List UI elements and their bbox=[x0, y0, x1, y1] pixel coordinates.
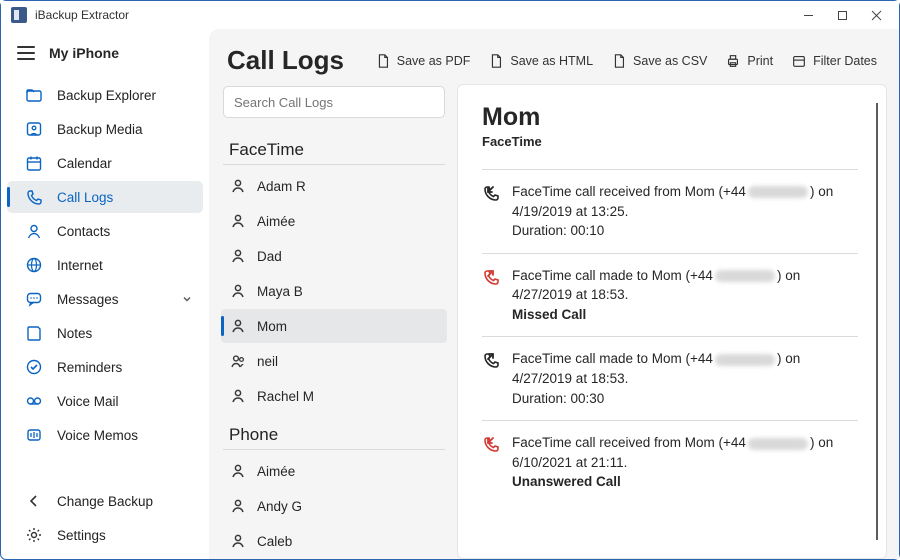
sidebar-item-messages[interactable]: Messages bbox=[7, 283, 203, 315]
person-icon bbox=[229, 317, 247, 335]
contact-item[interactable]: Aimée bbox=[221, 204, 447, 238]
minimize-button[interactable] bbox=[791, 3, 825, 27]
phone-icon bbox=[25, 188, 43, 206]
sidebar-item-settings[interactable]: Settings bbox=[7, 519, 203, 551]
person-icon bbox=[229, 247, 247, 265]
csv-icon bbox=[611, 53, 627, 69]
menu-icon[interactable] bbox=[17, 46, 35, 60]
sidebar-item-voice-mail[interactable]: Voice Mail bbox=[7, 385, 203, 417]
globe-icon bbox=[25, 256, 43, 274]
voicemail-icon bbox=[25, 392, 43, 410]
person-icon bbox=[229, 282, 247, 300]
folder-icon bbox=[25, 86, 43, 104]
person-icon bbox=[229, 352, 247, 370]
sidebar-item-call-logs[interactable]: Call Logs bbox=[7, 181, 203, 213]
contact-item[interactable]: Andy G bbox=[221, 489, 447, 523]
print-icon bbox=[725, 53, 741, 69]
detail-contact-name: Mom bbox=[482, 103, 858, 132]
sidebar-item-backup-media[interactable]: Backup Media bbox=[7, 113, 203, 145]
person-icon bbox=[229, 387, 247, 405]
html-icon bbox=[488, 53, 504, 69]
main-panel: Call Logs Save as PDFSave as HTMLSave as… bbox=[209, 29, 899, 559]
sidebar: My iPhone Backup ExplorerBackup MediaCal… bbox=[1, 29, 209, 559]
check-icon bbox=[25, 358, 43, 376]
contact-item[interactable]: Caleb bbox=[221, 524, 447, 558]
sidebar-item-notes[interactable]: Notes bbox=[7, 317, 203, 349]
person-icon bbox=[229, 462, 247, 480]
person-icon bbox=[229, 532, 247, 550]
person-icon bbox=[229, 177, 247, 195]
call-direction-icon bbox=[482, 434, 502, 454]
group-header: FaceTime bbox=[223, 134, 445, 165]
person-icon bbox=[229, 212, 247, 230]
call-entry: FaceTime call made to Mom (+44) on 4/27/… bbox=[482, 253, 858, 337]
sidebar-item-backup-explorer[interactable]: Backup Explorer bbox=[7, 79, 203, 111]
sidebar-item-reminders[interactable]: Reminders bbox=[7, 351, 203, 383]
contact-item[interactable]: Aimée bbox=[221, 454, 447, 488]
close-button[interactable] bbox=[859, 3, 893, 27]
contact-item[interactable]: Dad bbox=[221, 239, 447, 273]
call-entry: FaceTime call made to Mom (+44) on 4/27/… bbox=[482, 336, 858, 420]
person-icon bbox=[229, 497, 247, 515]
pdf-icon bbox=[375, 53, 391, 69]
memo-icon bbox=[25, 426, 43, 444]
contact-item[interactable]: neil bbox=[221, 344, 447, 378]
app-icon bbox=[11, 7, 27, 23]
filter-icon bbox=[791, 53, 807, 69]
group-header: Phone bbox=[223, 419, 445, 450]
detail-call-via: FaceTime bbox=[482, 134, 858, 149]
page-title: Call Logs bbox=[227, 45, 344, 76]
filter-dates-button[interactable]: Filter Dates bbox=[791, 53, 877, 69]
save-as-html-button[interactable]: Save as HTML bbox=[488, 53, 593, 69]
contact-item[interactable]: Maya B bbox=[221, 274, 447, 308]
note-icon bbox=[25, 324, 43, 342]
sidebar-item-calendar[interactable]: Calendar bbox=[7, 147, 203, 179]
contact-list-panel: Search Call Logs FaceTimeAdam RAiméeDadM… bbox=[221, 84, 447, 559]
back-icon bbox=[25, 492, 43, 510]
call-entry: FaceTime call received from Mom (+44) on… bbox=[482, 169, 858, 253]
sidebar-item-contacts[interactable]: Contacts bbox=[7, 215, 203, 247]
call-detail-panel: Mom FaceTime FaceTime call received from… bbox=[457, 84, 887, 559]
sidebar-item-internet[interactable]: Internet bbox=[7, 249, 203, 281]
image-icon bbox=[25, 120, 43, 138]
device-name: My iPhone bbox=[49, 45, 119, 61]
toolbar: Save as PDF Save as HTML Save as CSV Print F… bbox=[375, 53, 877, 69]
redacted-number bbox=[715, 354, 775, 366]
title-bar: iBackup Extractor bbox=[1, 1, 899, 29]
calendar-icon bbox=[25, 154, 43, 172]
redacted-number bbox=[748, 438, 808, 450]
user-icon bbox=[25, 222, 43, 240]
print-button[interactable]: Print bbox=[725, 53, 773, 69]
maximize-button[interactable] bbox=[825, 3, 859, 27]
call-direction-icon bbox=[482, 183, 502, 203]
call-entry: FaceTime call received from Mom (+44) on… bbox=[482, 420, 858, 504]
search-input[interactable]: Search Call Logs bbox=[223, 86, 445, 118]
contact-item[interactable]: Adam R bbox=[221, 169, 447, 203]
contact-item[interactable]: Rachel M bbox=[221, 379, 447, 413]
message-icon bbox=[25, 290, 43, 308]
chevron-down-icon bbox=[181, 293, 193, 305]
save-as-csv-button[interactable]: Save as CSV bbox=[611, 53, 707, 69]
sidebar-item-change-backup[interactable]: Change Backup bbox=[7, 485, 203, 517]
app-title: iBackup Extractor bbox=[35, 8, 129, 22]
call-direction-icon bbox=[482, 350, 502, 370]
call-direction-icon bbox=[482, 267, 502, 287]
gear-icon bbox=[25, 526, 43, 544]
save-as-pdf-button[interactable]: Save as PDF bbox=[375, 53, 471, 69]
redacted-number bbox=[748, 186, 808, 198]
redacted-number bbox=[715, 270, 775, 282]
contact-item[interactable]: Mom bbox=[221, 309, 447, 343]
sidebar-item-voice-memos[interactable]: Voice Memos bbox=[7, 419, 203, 451]
